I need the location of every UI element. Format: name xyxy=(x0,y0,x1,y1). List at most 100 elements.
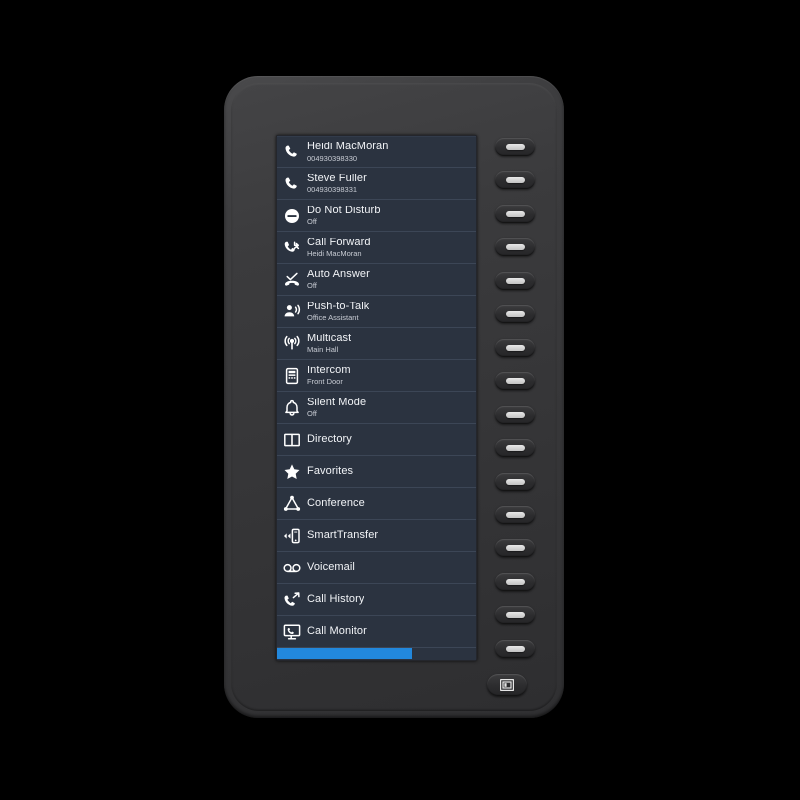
side-line-key[interactable] xyxy=(495,204,535,223)
side-line-key[interactable] xyxy=(495,472,535,491)
function-key-subtitle: Off xyxy=(307,281,317,290)
function-key-title: Steve Fuller xyxy=(307,173,367,184)
function-key-text: Intercom Front Door xyxy=(307,366,351,386)
side-line-key-cap xyxy=(505,545,525,552)
function-key-text: Auto Answer Off xyxy=(307,270,370,290)
side-key-column xyxy=(491,138,539,658)
side-line-key-cap xyxy=(505,244,525,251)
function-key-subtitle: 004930398330 xyxy=(307,153,358,162)
book-icon xyxy=(277,424,307,456)
function-key-text: Voicemail xyxy=(307,562,355,573)
side-line-key[interactable] xyxy=(495,539,535,558)
side-line-key[interactable] xyxy=(495,572,535,591)
function-key-title: Directory xyxy=(307,434,352,445)
function-key-text: Call Monitor xyxy=(307,626,367,637)
call-monitor-icon xyxy=(277,616,307,648)
side-line-key[interactable] xyxy=(495,372,535,391)
function-key-title: Push-to-Talk xyxy=(307,301,370,312)
screenshot-stage: Heidi MacMoran 004930398330 Steve Fuller 00… xyxy=(0,0,800,800)
call-forward-icon xyxy=(277,232,307,264)
do-not-disturb-icon xyxy=(277,200,307,232)
function-key-text: Heidi MacMoran 004930398330 xyxy=(307,142,388,162)
voicemail-icon xyxy=(277,552,307,584)
function-key-title: Favorites xyxy=(307,466,354,477)
function-key-row[interactable]: SmartTransfer xyxy=(277,520,476,552)
side-line-key[interactable] xyxy=(495,171,535,190)
function-key-row[interactable]: Steve Fuller 004930398331 xyxy=(277,168,476,200)
function-key-title: Silent Mode xyxy=(307,397,367,408)
push-to-talk-icon xyxy=(277,296,307,328)
function-key-title: SmartTransfer xyxy=(307,530,379,541)
function-key-title: Call History xyxy=(307,594,365,605)
intercom-panel-icon xyxy=(277,360,307,392)
function-key-text: Call Forward Heidi MacMoran xyxy=(307,238,371,258)
function-key-text: Conference xyxy=(307,498,365,509)
function-key-text: SmartTransfer xyxy=(307,530,378,541)
side-line-key[interactable] xyxy=(495,271,535,290)
function-key-text: Directory xyxy=(307,434,352,445)
function-key-row[interactable]: Voicemail xyxy=(277,552,476,584)
function-key-title: Conference xyxy=(307,498,365,509)
function-key-title: Do Not Disturb xyxy=(307,205,381,216)
conference-icon xyxy=(277,488,307,520)
function-key-text: Do Not Disturb Off xyxy=(307,206,381,226)
side-line-key[interactable] xyxy=(495,639,535,658)
function-key-row[interactable]: Silent Mode Off xyxy=(277,392,476,424)
lcd-screen[interactable]: Heidi MacMoran 004930398330 Steve Fuller 00… xyxy=(277,136,476,660)
function-key-title: Heidi MacMoran xyxy=(307,142,389,152)
side-line-key[interactable] xyxy=(495,138,535,156)
function-key-subtitle: Main Hall xyxy=(307,345,339,354)
side-line-key-cap xyxy=(505,210,525,217)
function-key-list: Heidi MacMoran 004930398330 Steve Fuller 00… xyxy=(277,136,476,648)
function-key-row[interactable]: Call Monitor xyxy=(277,616,476,648)
multicast-antenna-icon xyxy=(277,328,307,360)
page-switch-icon xyxy=(500,679,514,691)
function-key-row[interactable]: Heidi MacMoran 004930398330 xyxy=(277,136,476,168)
side-line-key-cap xyxy=(505,277,525,284)
function-key-subtitle: Heidi MacMoran xyxy=(307,249,362,258)
function-key-row[interactable]: Do Not Disturb Off xyxy=(277,200,476,232)
side-line-key[interactable] xyxy=(495,238,535,257)
function-key-row[interactable]: Auto Answer Off xyxy=(277,264,476,296)
function-key-row[interactable]: Multicast Main Hall xyxy=(277,328,476,360)
side-line-key[interactable] xyxy=(495,405,535,424)
function-key-row[interactable]: Call Forward Heidi MacMoran xyxy=(277,232,476,264)
page-indicator xyxy=(277,648,476,659)
bell-icon xyxy=(277,392,307,424)
function-key-row[interactable]: Directory xyxy=(277,424,476,456)
side-line-key-cap xyxy=(505,411,525,418)
side-line-key-cap xyxy=(505,378,525,385)
function-key-row[interactable]: Call History xyxy=(277,584,476,616)
page-switch-button[interactable] xyxy=(487,674,527,696)
side-line-key[interactable] xyxy=(495,338,535,357)
smart-transfer-icon xyxy=(277,520,307,552)
function-key-title: Call Monitor xyxy=(307,626,367,637)
side-line-key[interactable] xyxy=(495,305,535,324)
call-history-icon xyxy=(277,584,307,616)
phone-handset-icon xyxy=(277,168,307,200)
function-key-subtitle: Office Assistant xyxy=(307,313,359,322)
function-key-subtitle: 004930398331 xyxy=(307,185,358,194)
side-line-key-cap xyxy=(505,612,525,619)
side-line-key[interactable] xyxy=(495,505,535,524)
function-key-text: Steve Fuller 004930398331 xyxy=(307,174,367,194)
function-key-title: Auto Answer xyxy=(307,269,370,280)
function-key-row[interactable]: Conference xyxy=(277,488,476,520)
function-key-row[interactable]: Favorites xyxy=(277,456,476,488)
side-line-key-cap xyxy=(505,144,525,150)
function-key-row[interactable]: Intercom Front Door xyxy=(277,360,476,392)
function-key-title: Multicast xyxy=(307,333,352,344)
side-line-key-cap xyxy=(505,578,525,585)
side-line-key-cap xyxy=(505,177,525,184)
function-key-row[interactable]: Push-to-Talk Office Assistant xyxy=(277,296,476,328)
function-key-title: Intercom xyxy=(307,365,351,376)
side-line-key[interactable] xyxy=(495,439,535,458)
phone-expansion-module: Heidi MacMoran 004930398330 Steve Fuller 00… xyxy=(224,76,564,718)
side-line-key[interactable] xyxy=(495,606,535,625)
side-line-key-cap xyxy=(505,511,525,518)
function-key-text: Multicast Main Hall xyxy=(307,334,351,354)
function-key-subtitle: Front Door xyxy=(307,377,343,386)
function-key-subtitle: Off xyxy=(307,217,317,226)
function-key-title: Call Forward xyxy=(307,237,371,248)
lcd-bezel: Heidi MacMoran 004930398330 Steve Fuller 00… xyxy=(276,135,477,661)
